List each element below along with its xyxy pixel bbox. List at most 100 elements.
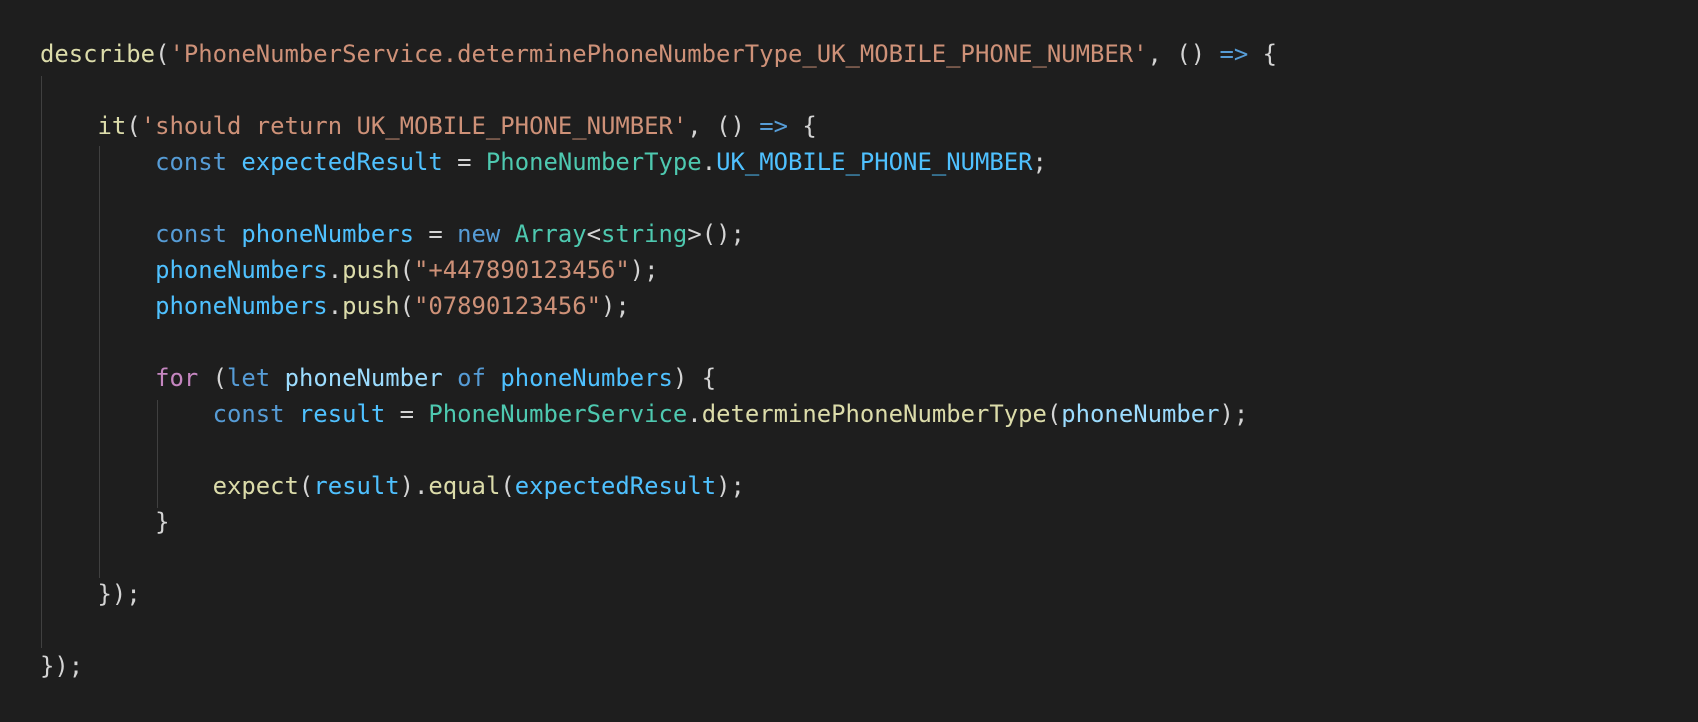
code-token: = xyxy=(385,400,429,428)
code-token: { xyxy=(788,112,817,140)
code-token: 'should return UK_MOBILE_PHONE_NUMBER' xyxy=(140,112,688,140)
code-token: => xyxy=(759,112,788,140)
code-line[interactable]: phoneNumbers.push("+447890123456"); xyxy=(40,252,1277,288)
code-token: ( xyxy=(500,472,515,500)
code-token: . xyxy=(687,400,702,428)
code-token: expect xyxy=(212,472,299,500)
code-token: phoneNumbers xyxy=(500,364,673,392)
code-token: = xyxy=(442,148,486,176)
code-token: ( xyxy=(198,364,228,392)
code-token: ( xyxy=(399,292,415,320)
code-token: push xyxy=(342,256,400,284)
code-token: ); xyxy=(716,472,745,500)
code-token: 'PhoneNumberService.determinePhoneNumber… xyxy=(169,40,1148,68)
code-line[interactable] xyxy=(40,324,1277,360)
code-line[interactable]: const expectedResult = PhoneNumberType.U… xyxy=(40,144,1277,180)
code-token: phoneNumber xyxy=(284,364,443,392)
code-token: string xyxy=(601,220,688,248)
code-line[interactable]: }); xyxy=(40,648,1277,684)
code-token: => xyxy=(1219,40,1249,68)
code-content[interactable]: describe('PhoneNumberService.determinePh… xyxy=(40,36,1277,684)
code-token: ( xyxy=(1046,400,1062,428)
code-line[interactable] xyxy=(40,180,1277,216)
code-token: PhoneNumberType xyxy=(485,148,702,176)
code-line[interactable]: const result = PhoneNumberService.determ… xyxy=(40,396,1277,432)
code-line[interactable] xyxy=(40,540,1277,576)
code-line[interactable]: }); xyxy=(40,576,1277,612)
code-token: = xyxy=(414,220,458,248)
code-token: new xyxy=(457,220,501,248)
code-token: const xyxy=(155,220,227,248)
code-token: it xyxy=(97,112,127,140)
code-token: ( xyxy=(399,256,415,284)
code-token: , () xyxy=(1147,40,1220,68)
code-token: PhoneNumberService xyxy=(428,400,688,428)
code-line[interactable] xyxy=(40,72,1277,108)
code-token: < xyxy=(586,220,602,248)
code-token: "07890123456" xyxy=(414,292,601,320)
code-token: for xyxy=(155,364,199,392)
code-token: >(); xyxy=(687,220,745,248)
code-line[interactable]: for (let phoneNumber of phoneNumbers) { xyxy=(40,360,1277,396)
code-line[interactable]: it('should return UK_MOBILE_PHONE_NUMBER… xyxy=(40,108,1277,144)
code-token: UK_MOBILE_PHONE_NUMBER xyxy=(716,148,1033,176)
code-token: determinePhoneNumberType xyxy=(701,400,1047,428)
code-token: ( xyxy=(155,40,170,68)
code-token: ( xyxy=(298,472,314,500)
code-token: describe xyxy=(40,40,156,68)
code-token: , () xyxy=(687,112,760,140)
code-token: phoneNumbers xyxy=(241,220,414,248)
code-token: }); xyxy=(97,580,141,608)
code-token: equal xyxy=(428,472,501,500)
code-token: . xyxy=(327,292,343,320)
code-token: phoneNumber xyxy=(1061,400,1220,428)
code-token: ; xyxy=(1032,148,1047,176)
code-token: of xyxy=(457,364,486,392)
code-token: ); xyxy=(601,292,630,320)
code-token: let xyxy=(227,364,271,392)
code-token: ); xyxy=(1219,400,1249,428)
code-token: push xyxy=(342,292,400,320)
code-token: ); xyxy=(629,256,659,284)
code-token: phoneNumbers xyxy=(155,292,328,320)
code-token: result xyxy=(313,472,400,500)
code-token: }); xyxy=(40,652,84,680)
code-token: const xyxy=(155,148,227,176)
code-line[interactable]: expect(result).equal(expectedResult); xyxy=(40,468,1277,504)
code-line[interactable]: phoneNumbers.push("07890123456"); xyxy=(40,288,1277,324)
code-editor[interactable]: describe('PhoneNumberService.determinePh… xyxy=(0,0,1698,722)
code-token: result xyxy=(298,400,386,428)
code-line[interactable]: } xyxy=(40,504,1277,540)
code-token: } xyxy=(155,508,170,536)
code-line[interactable]: const phoneNumbers = new Array<string>()… xyxy=(40,216,1277,252)
code-token: expectedResult xyxy=(241,148,443,176)
code-line[interactable] xyxy=(40,432,1277,468)
code-token: . xyxy=(701,148,717,176)
code-line[interactable] xyxy=(40,612,1277,648)
code-token: const xyxy=(212,400,285,428)
code-token: phoneNumbers xyxy=(155,256,328,284)
code-token: expectedResult xyxy=(514,472,717,500)
code-token: ( xyxy=(126,112,141,140)
code-token: "+447890123456" xyxy=(414,256,630,284)
code-token: { xyxy=(1248,40,1278,68)
code-line[interactable]: describe('PhoneNumberService.determinePh… xyxy=(40,36,1277,72)
code-token: ) { xyxy=(672,364,717,392)
